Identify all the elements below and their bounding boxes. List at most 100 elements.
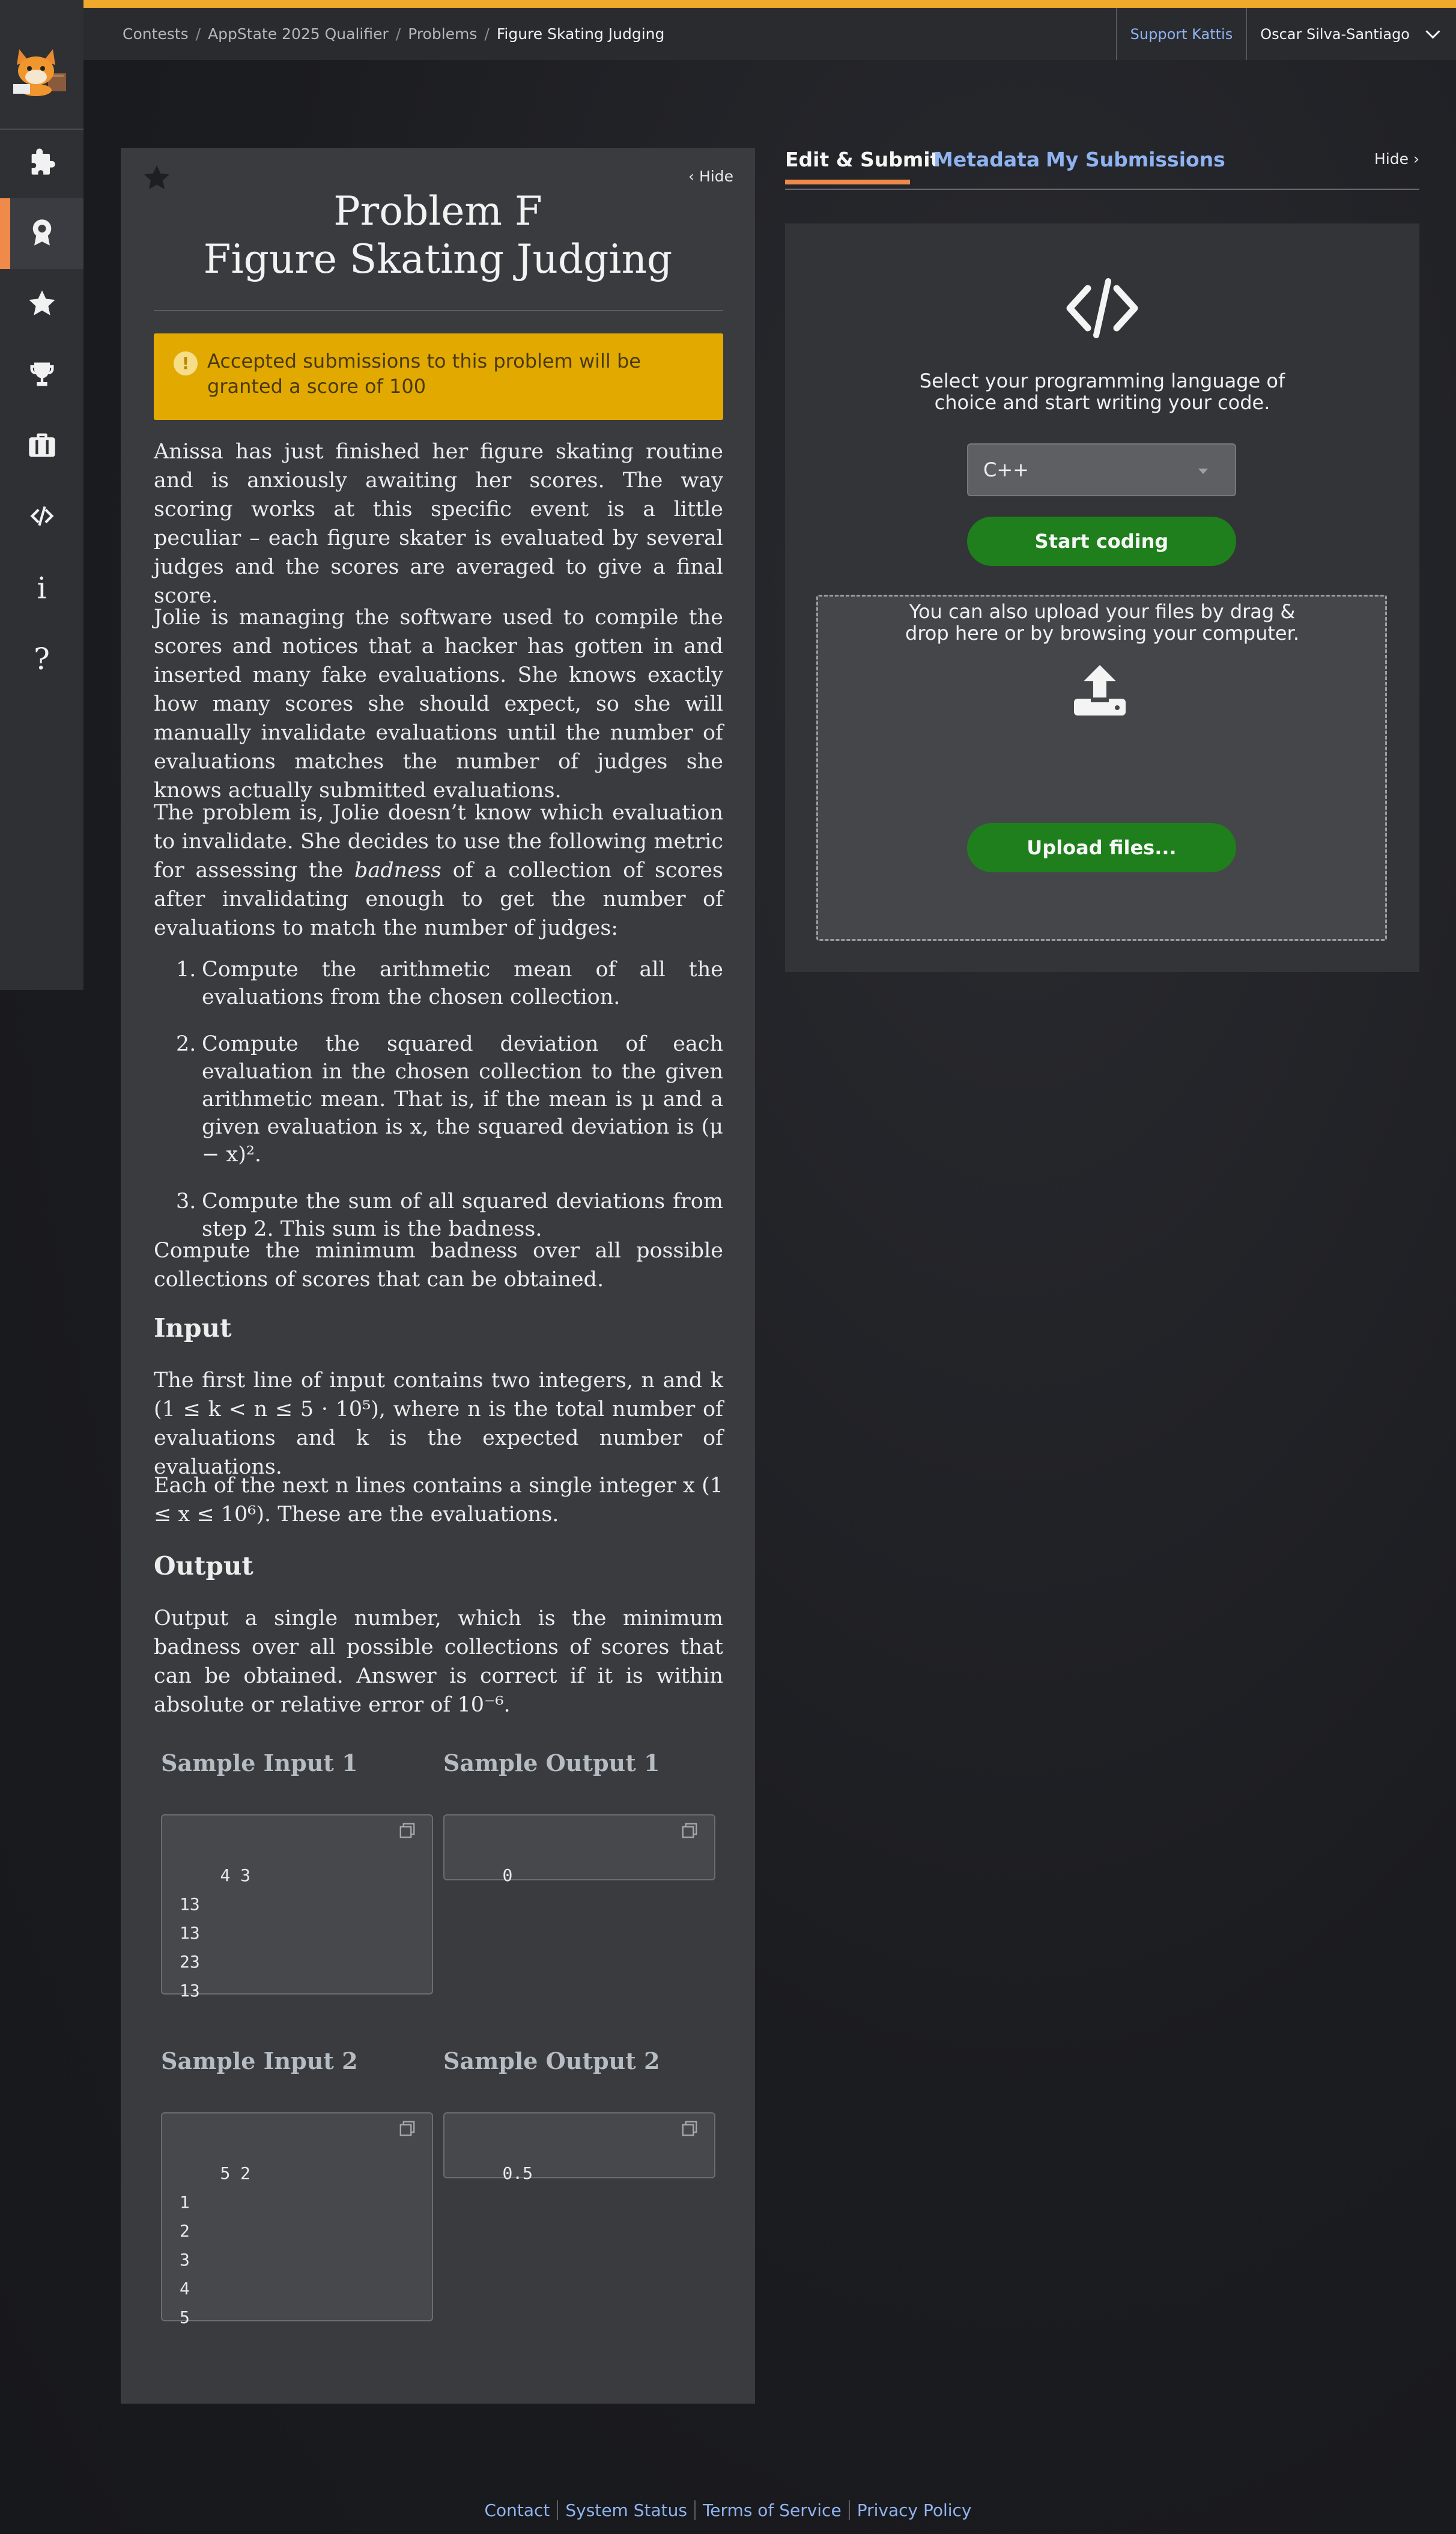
top-accent-stripe xyxy=(0,0,1456,8)
sample-input-box[interactable]: 5 2 1 2 3 4 5 xyxy=(161,2112,433,2327)
step-text: Compute the arithmetic mean of all the e… xyxy=(202,958,723,1009)
chevron-left-icon: ‹ xyxy=(688,168,699,185)
output-heading: Output xyxy=(154,1551,253,1581)
list-item: 3. Compute the sum of all squared deviati… xyxy=(154,1188,723,1243)
sample-input-text: 5 2 1 2 3 4 5 xyxy=(180,2163,251,2327)
sample-input-heading: Sample Input 2 xyxy=(161,2047,358,2074)
support-link[interactable]: Support Kattis xyxy=(1115,8,1246,60)
message-line: choice and start writing your code. xyxy=(934,391,1270,414)
message-line: drop here or by browsing your computer. xyxy=(905,622,1299,645)
copy-icon[interactable] xyxy=(398,1822,416,1840)
tab-metadata[interactable]: Metadata xyxy=(933,148,1040,171)
star-icon xyxy=(26,288,58,321)
breadcrumb-contests[interactable]: Contests xyxy=(123,25,189,43)
sample-input-text: 4 3 13 13 23 13 xyxy=(180,1865,251,2001)
step-text: Compute the sum of all squared deviation… xyxy=(202,1190,723,1241)
code-icon xyxy=(1066,278,1138,338)
message-line: You can also upload your files by drag & xyxy=(909,600,1296,623)
info-icon: i xyxy=(37,571,47,606)
sample-output-text: 0.5 xyxy=(502,2163,533,2183)
sample-output-box[interactable]: 0 xyxy=(443,1814,715,1885)
sidebar-item-problems[interactable] xyxy=(0,127,83,198)
footer-link-contact[interactable]: Contact xyxy=(477,2500,557,2520)
breadcrumb-problems[interactable]: Problems xyxy=(408,25,477,43)
step-text: Compute the squared deviation of each ev… xyxy=(202,1032,723,1167)
sidebar-item-ranklists[interactable] xyxy=(0,340,83,411)
sidebar-item-jobs[interactable] xyxy=(0,411,83,482)
footer-link-privacy[interactable]: Privacy Policy xyxy=(848,2500,979,2520)
list-item: 1. Compute the arithmetic mean of all the… xyxy=(154,956,723,1011)
copy-icon[interactable] xyxy=(681,1822,699,1840)
problem-title: Problem F Figure Skating Judging xyxy=(121,187,755,284)
sample-output-text: 0 xyxy=(502,1865,513,1885)
breadcrumb-contest[interactable]: AppState 2025 Qualifier xyxy=(208,25,389,43)
statement-paragraph: Anissa has just finished her figure skat… xyxy=(154,440,723,608)
file-dropzone[interactable] xyxy=(816,595,1387,941)
chevron-right-icon: › xyxy=(1409,150,1419,168)
upload-icon xyxy=(1074,665,1126,716)
submit-panel: Select your programming language of choi… xyxy=(785,223,1419,972)
hide-problem-button[interactable]: ‹ Hide xyxy=(688,168,733,185)
message-line: Select your programming language of xyxy=(919,369,1285,392)
sidebar-item-info[interactable]: i xyxy=(0,553,83,624)
title-divider xyxy=(154,310,723,311)
language-value: C++ xyxy=(983,458,1029,481)
notice-text: Accepted submissions to this problem wil… xyxy=(207,350,641,398)
sidebar: i ? xyxy=(0,0,83,990)
sample-output-heading: Sample Output 1 xyxy=(443,1749,660,1776)
trophy-icon xyxy=(26,359,58,392)
statement-paragraph: Compute the minimum badness over all pos… xyxy=(154,1239,723,1292)
copy-icon[interactable] xyxy=(398,2119,416,2137)
sidebar-item-help[interactable]: ? xyxy=(0,624,83,694)
tab-my-submissions[interactable]: My Submissions xyxy=(1046,148,1225,171)
output-paragraph: Output a single number, which is the min… xyxy=(154,1606,723,1717)
caret-down-icon xyxy=(1198,469,1208,474)
copy-icon[interactable] xyxy=(681,2119,699,2137)
tab-edit-submit[interactable]: Edit & Submit xyxy=(785,148,939,184)
sample-input-box[interactable]: 4 3 13 13 23 13 xyxy=(161,1814,433,2001)
score-notice: ! Accepted submissions to this problem w… xyxy=(154,333,723,420)
user-menu[interactable]: Oscar Silva-Santiago xyxy=(1246,8,1456,60)
hide-submit-button[interactable]: Hide › xyxy=(1374,150,1419,168)
list-number: 3. xyxy=(176,1190,196,1214)
sample-input-heading: Sample Input 1 xyxy=(161,1749,358,1776)
statement-paragraph: The problem is, Jolie doesn’t know which… xyxy=(154,798,723,943)
list-item: 2. Compute the squared deviation of each … xyxy=(154,1030,723,1168)
breadcrumb-separator: / xyxy=(195,25,201,43)
breadcrumb-separator: / xyxy=(484,25,490,43)
start-coding-button[interactable]: Start coding xyxy=(967,517,1236,566)
input-paragraph: The first line of input contains two int… xyxy=(154,1369,723,1479)
select-language-message: Select your programming language of choi… xyxy=(785,370,1419,413)
top-bar: Contests / AppState 2025 Qualifier / Pro… xyxy=(83,8,1456,60)
sidebar-item-languages[interactable] xyxy=(0,482,83,553)
statement-emphasis: badness xyxy=(354,858,441,883)
footer-link-status[interactable]: System Status xyxy=(557,2500,694,2520)
problem-panel: ‹ Hide Problem F Figure Skating Judging … xyxy=(121,148,755,2404)
chevron-down-icon xyxy=(1425,24,1440,39)
help-icon: ? xyxy=(34,642,50,676)
code-icon xyxy=(26,500,58,534)
hide-label: Hide xyxy=(1374,150,1409,168)
hide-label: Hide xyxy=(699,168,733,185)
user-name: Oscar Silva-Santiago xyxy=(1260,25,1410,43)
footer-link-terms[interactable]: Terms of Service xyxy=(694,2500,849,2520)
upload-message: You can also upload your files by drag &… xyxy=(785,601,1419,644)
sample-output-box[interactable]: 0.5 xyxy=(443,2112,715,2183)
topbar-right: Support Kattis Oscar Silva-Santiago xyxy=(1115,8,1456,60)
problem-name: Figure Skating Judging xyxy=(203,236,673,282)
badness-steps: 1. Compute the arithmetic mean of all the… xyxy=(154,956,723,1262)
alert-icon: ! xyxy=(174,351,198,375)
briefcase-icon xyxy=(26,430,58,463)
statement-paragraph: Jolie is managing the software used to c… xyxy=(154,606,723,803)
sidebar-item-contests[interactable] xyxy=(0,198,83,269)
list-number: 1. xyxy=(176,958,196,982)
upload-files-button[interactable]: Upload files... xyxy=(967,823,1236,872)
language-select[interactable]: C++ xyxy=(967,443,1236,496)
sidebar-item-challenge[interactable] xyxy=(0,269,83,340)
sample-output-heading: Sample Output 2 xyxy=(443,2047,660,2074)
kattis-logo[interactable] xyxy=(11,43,73,97)
breadcrumb-separator: / xyxy=(395,25,401,43)
footer: Contact System Status Terms of Service P… xyxy=(0,2500,1456,2520)
problem-letter: Problem F xyxy=(333,188,542,234)
submit-tabs: Edit & Submit Metadata My Submissions Hi… xyxy=(785,136,1419,190)
